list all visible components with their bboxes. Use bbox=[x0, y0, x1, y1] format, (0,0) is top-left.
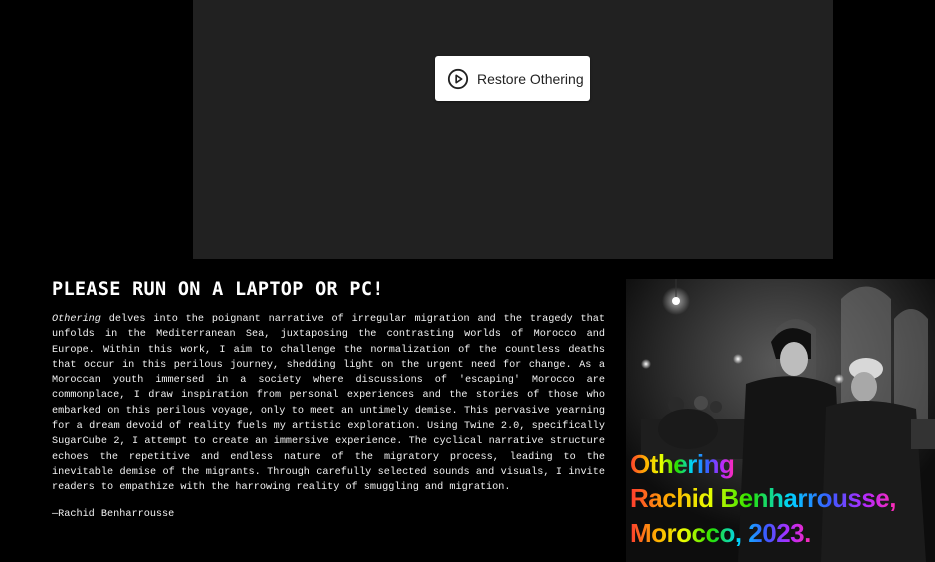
page-heading: PLEASE RUN ON A LAPTOP OR PC! bbox=[52, 279, 384, 300]
description-body: delves into the poignant narrative of ir… bbox=[52, 314, 605, 494]
poster-place-year: Morocco, 2023. bbox=[630, 518, 811, 548]
author-signature: —Rachid Benharrousse bbox=[52, 509, 175, 520]
play-circle-icon bbox=[447, 68, 469, 89]
description-title-word: Othering bbox=[52, 314, 101, 325]
description-text: Othering delves into the poignant narrat… bbox=[52, 312, 605, 496]
poster-title: Othering bbox=[630, 449, 735, 479]
game-frame: Restore Othering bbox=[193, 0, 833, 259]
poster-image: Othering Rachid Benharrousse, Morocco, 2… bbox=[626, 279, 935, 562]
restore-othering-button[interactable]: Restore Othering bbox=[435, 56, 590, 101]
restore-othering-label: Restore Othering bbox=[477, 70, 584, 87]
poster-author: Rachid Benharrousse, bbox=[630, 483, 896, 513]
